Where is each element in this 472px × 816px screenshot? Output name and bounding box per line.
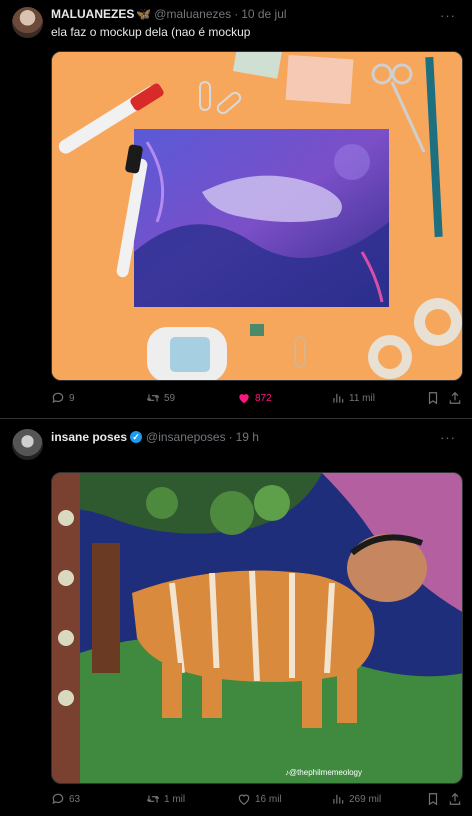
views-count: 269 mil (349, 793, 382, 805)
timestamp[interactable]: 19 h (236, 430, 259, 444)
more-icon[interactable]: ··· (440, 430, 456, 445)
reply-button[interactable]: 9 (51, 391, 75, 405)
share-icon (449, 792, 461, 805)
retweet-icon (146, 394, 160, 402)
reply-icon (52, 392, 64, 404)
action-bar: 63 1 mil 16 mil 269 mil (51, 792, 462, 812)
retweet-count: 1 mil (164, 793, 186, 805)
bookmark-button[interactable] (426, 792, 440, 806)
verified-icon: ✓ (130, 431, 143, 443)
separator-dot: · (234, 7, 239, 21)
tweet[interactable]: MALUANEZES 🦋 @maluanezes · 10 de jul ···… (0, 0, 472, 418)
tiger-blanket-photo (52, 473, 462, 783)
timestamp[interactable]: 10 de jul (241, 7, 286, 21)
retweet-button[interactable]: 59 (146, 391, 175, 405)
views-count: 11 mil (349, 392, 375, 404)
tweet-text: ela faz o mockup dela (nao é mockup (51, 25, 251, 39)
handle[interactable]: @insaneposes (146, 430, 226, 444)
bookmark-icon (428, 793, 438, 806)
reply-count: 9 (69, 392, 75, 404)
tweet-header: MALUANEZES 🦋 @maluanezes · 10 de jul (51, 7, 287, 21)
avatar[interactable] (12, 7, 43, 38)
like-count: 16 mil (255, 793, 282, 805)
handle[interactable]: @maluanezes (154, 7, 231, 21)
bookmark-icon (428, 392, 438, 405)
retweet-count: 59 (164, 392, 176, 404)
views-button[interactable]: 269 mil (331, 792, 381, 806)
tweet-image[interactable] (51, 51, 463, 381)
share-icon (449, 391, 461, 404)
views-button[interactable]: 11 mil (331, 391, 375, 405)
separator-dot: · (228, 430, 233, 444)
like-button[interactable]: 16 mil (237, 792, 282, 806)
tweet[interactable]: insane poses ✓ @insaneposes · 19 h ··· ♪… (0, 418, 472, 816)
views-icon (333, 393, 344, 403)
share-button[interactable] (448, 792, 462, 806)
more-icon[interactable]: ··· (440, 8, 456, 23)
tweet-image[interactable]: ♪@thephilmemeology (51, 472, 463, 784)
reply-icon (52, 793, 64, 805)
action-bar: 9 59 872 11 mil (51, 391, 462, 411)
like-count: 872 (255, 392, 272, 404)
retweet-button[interactable]: 1 mil (146, 792, 185, 806)
heart-icon (238, 794, 250, 805)
display-name[interactable]: MALUANEZES (51, 7, 134, 21)
tiktok-watermark: ♪@thephilmemeology (284, 768, 362, 777)
avatar[interactable] (12, 429, 43, 460)
retweet-icon (146, 795, 160, 803)
bookmark-button[interactable] (426, 391, 440, 405)
share-button[interactable] (448, 391, 462, 405)
tweet-header: insane poses ✓ @insaneposes · 19 h (51, 430, 259, 444)
views-icon (333, 794, 344, 804)
heart-icon (239, 394, 249, 404)
reply-count: 63 (69, 793, 81, 805)
reply-button[interactable]: 63 (51, 792, 80, 806)
like-button[interactable]: 872 (237, 391, 272, 405)
mockup-photo (52, 52, 462, 380)
butterfly-emoji: 🦋 (136, 7, 152, 21)
display-name[interactable]: insane poses (51, 430, 127, 444)
